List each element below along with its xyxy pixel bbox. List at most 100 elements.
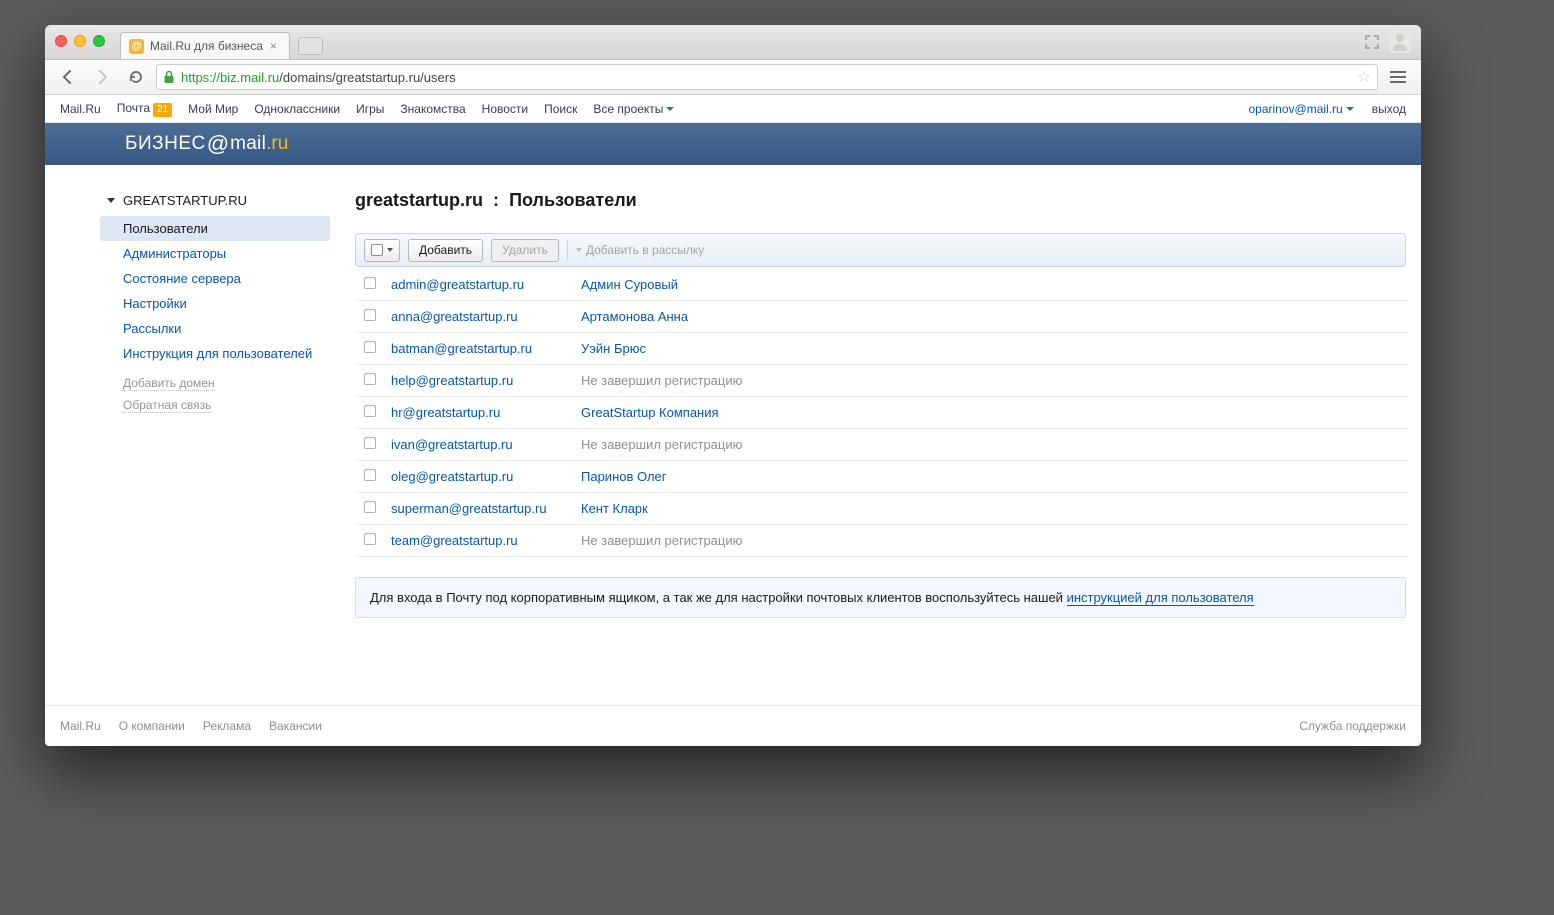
table-row: ivan@greatstartup.ruНе завершил регистра… <box>355 429 1406 461</box>
portal-links: Mail.Ru Почта21 Мой Мир Одноклассники Иг… <box>60 101 674 117</box>
portal-link-dating[interactable]: Знакомства <box>400 102 465 116</box>
users-table: admin@greatstartup.ru Админ Суровый anna@g… <box>355 269 1406 557</box>
forward-button[interactable] <box>88 64 116 90</box>
footer: Mail.Ru О компании Реклама Вакансии Служ… <box>45 705 1421 746</box>
favicon-icon: @ <box>129 39 144 54</box>
add-domain-link[interactable]: Добавить домен <box>123 376 215 391</box>
user-manual-link[interactable]: инструкцией для пользователя <box>1067 590 1254 606</box>
page-title-domain: greatstartup.ru <box>355 190 483 210</box>
fullscreen-icon[interactable] <box>1365 35 1379 49</box>
row-checkbox[interactable] <box>364 469 376 481</box>
table-row: admin@greatstartup.ru Админ Суровый <box>355 269 1406 301</box>
brand-mail: mail <box>230 133 266 155</box>
url-protocol: https <box>181 70 209 85</box>
sidebar: GREATSTARTUP.RU ПользователиАдминистрато… <box>100 190 330 705</box>
footer-link-about[interactable]: О компании <box>119 719 185 733</box>
feedback-link[interactable]: Обратная связь <box>123 398 211 413</box>
chevron-down-icon <box>576 248 582 252</box>
portal-link-all-projects[interactable]: Все проекты <box>593 102 674 116</box>
row-checkbox[interactable] <box>364 309 376 321</box>
add-user-button[interactable]: Добавить <box>408 239 483 262</box>
sidebar-domain-toggle[interactable]: GREATSTARTUP.RU <box>100 190 330 216</box>
row-checkbox[interactable] <box>364 437 376 449</box>
user-name-link[interactable]: Кент Кларк <box>581 501 648 516</box>
mac-close-button[interactable] <box>55 35 67 47</box>
bookmark-star-icon[interactable]: ☆ <box>1357 67 1371 87</box>
row-checkbox[interactable] <box>364 533 376 545</box>
portal-link-games[interactable]: Игры <box>356 102 384 116</box>
row-checkbox[interactable] <box>364 341 376 353</box>
close-tab-button[interactable]: × <box>270 40 282 52</box>
mac-window-controls <box>55 35 105 47</box>
row-checkbox[interactable] <box>364 405 376 417</box>
user-email-link[interactable]: ivan@greatstartup.ru <box>391 437 513 452</box>
user-status-pending: Не завершил регистрацию <box>581 373 742 388</box>
sidebar-nav: ПользователиАдминистраторыСостояние серв… <box>100 216 330 366</box>
portal-link-mailru[interactable]: Mail.Ru <box>60 102 101 116</box>
logout-link[interactable]: выход <box>1372 102 1406 116</box>
chevron-down-icon <box>387 248 393 252</box>
user-email-link[interactable]: admin@greatstartup.ru <box>391 277 524 292</box>
user-email-link[interactable]: oleg@greatstartup.ru <box>391 469 513 484</box>
portal-link-news[interactable]: Новости <box>482 102 528 116</box>
brand-biznes: БИЗНЕС <box>125 133 206 155</box>
user-email-link[interactable]: anna@greatstartup.ru <box>391 309 518 324</box>
portal-top-bar: Mail.Ru Почта21 Мой Мир Одноклассники Иг… <box>45 95 1421 123</box>
portal-link-odnoklassniki[interactable]: Одноклассники <box>254 102 340 116</box>
add-to-mailing-button[interactable]: Добавить в рассылку <box>576 243 704 257</box>
profile-avatar-icon[interactable] <box>1389 31 1411 53</box>
user-email-link[interactable]: team@greatstartup.ru <box>391 533 518 548</box>
user-email-link[interactable]: help@greatstartup.ru <box>391 373 513 388</box>
sidebar-item[interactable]: Состояние сервера <box>100 266 330 291</box>
chrome-toolbar: https ://biz.mail.ru /domains/greatstart… <box>45 60 1421 95</box>
user-name-link[interactable]: Паринов Олег <box>581 469 667 484</box>
toolbar-separator <box>567 240 568 260</box>
table-row: team@greatstartup.ruНе завершил регистра… <box>355 525 1406 557</box>
user-name-link[interactable]: Уэйн Брюс <box>581 341 646 356</box>
table-row: help@greatstartup.ru Не завершил регистра… <box>355 365 1406 397</box>
user-name-link[interactable]: GreatStartup Компания <box>581 405 719 420</box>
user-email-link[interactable]: hr@greatstartup.ru <box>391 405 500 420</box>
select-all-dropdown[interactable] <box>364 239 400 262</box>
page-title: greatstartup.ru : Пользователи <box>355 190 1406 211</box>
back-button[interactable] <box>54 64 82 90</box>
portal-link-mymir[interactable]: Мой Мир <box>188 102 238 116</box>
chevron-down-icon <box>666 107 674 111</box>
user-email-link[interactable]: superman@greatstartup.ru <box>391 501 547 516</box>
chrome-menu-button[interactable] <box>1384 64 1412 90</box>
user-email-link[interactable]: batman@greatstartup.ru <box>391 341 532 356</box>
mail-unread-badge: 21 <box>153 103 172 117</box>
sidebar-item[interactable]: Пользователи <box>100 216 330 241</box>
user-name-link[interactable]: Админ Суровый <box>581 277 678 292</box>
reload-button[interactable] <box>122 64 150 90</box>
sidebar-item[interactable]: Инструкция для пользователей <box>100 341 330 366</box>
mac-minimize-button[interactable] <box>74 35 86 47</box>
portal-link-search[interactable]: Поиск <box>544 102 577 116</box>
new-tab-button[interactable] <box>298 37 323 55</box>
footer-link-ads[interactable]: Реклама <box>203 719 251 733</box>
user-name-link[interactable]: Артамонова Анна <box>581 309 688 324</box>
mac-zoom-button[interactable] <box>93 35 105 47</box>
row-checkbox[interactable] <box>364 501 376 513</box>
content: greatstartup.ru : Пользователи Добавить … <box>330 190 1406 705</box>
delete-user-button[interactable]: Удалить <box>491 239 559 262</box>
row-checkbox[interactable] <box>364 277 376 289</box>
footer-link-jobs[interactable]: Вакансии <box>269 719 322 733</box>
users-toolbar: Добавить Удалить Добавить в рассылку <box>355 233 1406 267</box>
sidebar-item[interactable]: Рассылки <box>100 316 330 341</box>
checkbox-icon <box>371 244 383 256</box>
chevron-down-icon <box>107 198 115 203</box>
sidebar-item[interactable]: Администраторы <box>100 241 330 266</box>
address-bar[interactable]: https ://biz.mail.ru /domains/greatstart… <box>156 64 1378 90</box>
sidebar-item[interactable]: Настройки <box>100 291 330 316</box>
tab-title: Mail.Ru для бизнеса <box>150 39 263 53</box>
url-host: ://biz.mail.ru <box>209 70 279 85</box>
portal-user-email[interactable]: oparinov@mail.ru <box>1249 102 1354 116</box>
browser-tab[interactable]: @ Mail.Ru для бизнеса × <box>120 32 290 59</box>
table-row: superman@greatstartup.ru Кент Кларк <box>355 493 1406 525</box>
footer-link-support[interactable]: Служба поддержки <box>1299 719 1406 733</box>
footer-link-mailru[interactable]: Mail.Ru <box>60 719 101 733</box>
at-icon: @ <box>207 131 229 157</box>
row-checkbox[interactable] <box>364 373 376 385</box>
portal-link-mail[interactable]: Почта21 <box>117 101 172 117</box>
